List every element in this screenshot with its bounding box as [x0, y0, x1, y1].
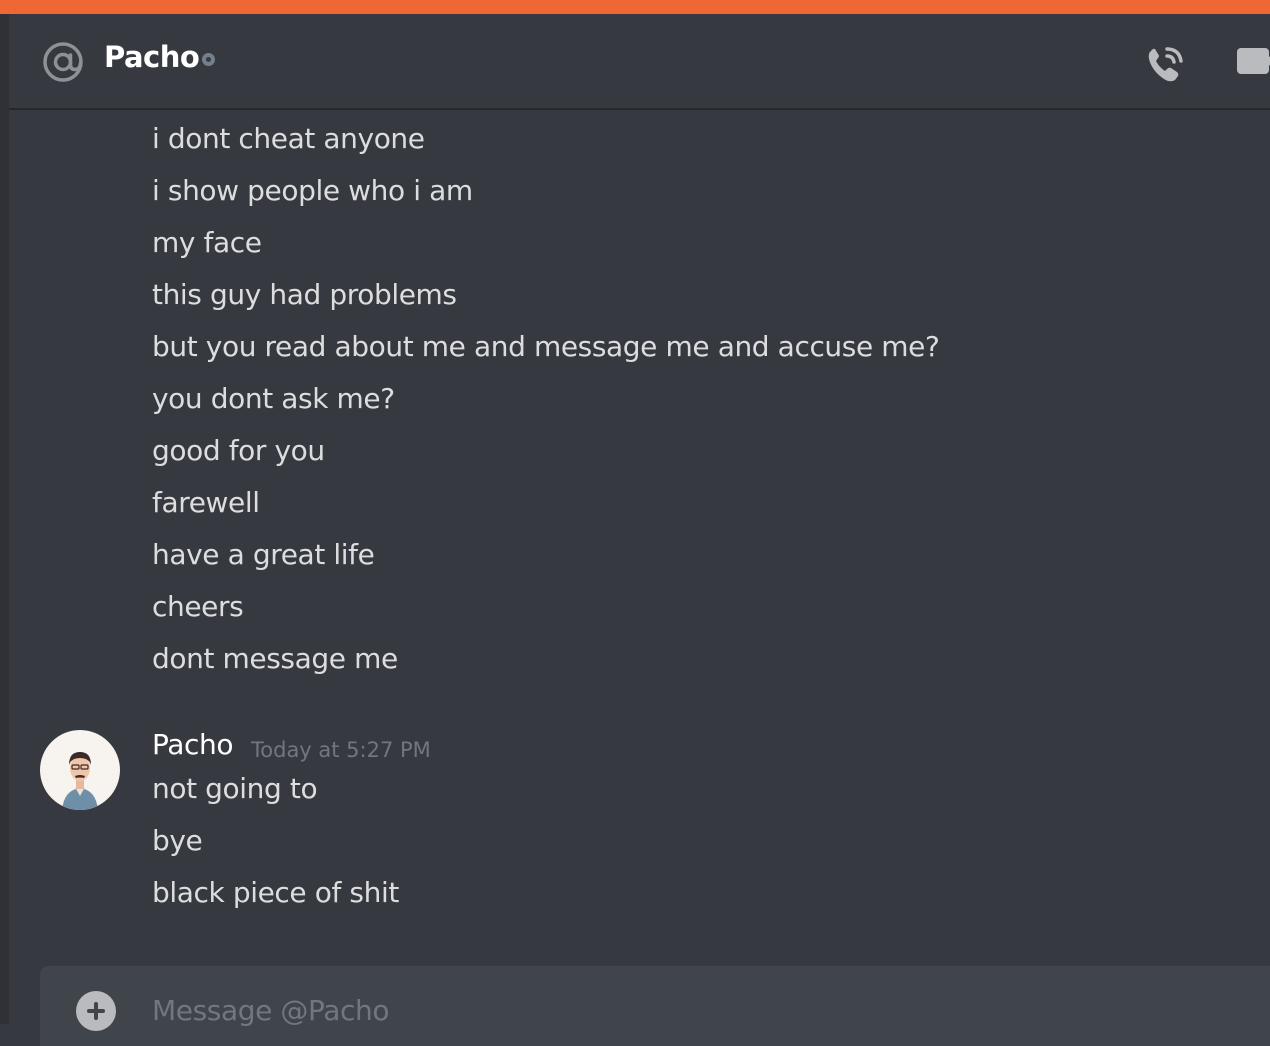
message-line: black piece of shit: [152, 876, 399, 909]
message-line: good for you: [152, 434, 325, 467]
message-line: i show people who i am: [152, 174, 473, 207]
video-call-icon[interactable]: [1227, 44, 1270, 78]
message-author[interactable]: Pacho: [152, 728, 233, 761]
channel-header: Pacho: [9, 14, 1270, 110]
attach-plus-button[interactable]: [76, 991, 116, 1031]
avatar[interactable]: [40, 730, 120, 810]
left-edge-strip: [0, 14, 9, 1024]
channel-title: Pacho: [104, 40, 200, 74]
message-line: dont message me: [152, 642, 398, 675]
message-composer: [40, 966, 1270, 1046]
message-input[interactable]: [152, 990, 1252, 1030]
message-line: this guy had problems: [152, 278, 457, 311]
message-line: have a great life: [152, 538, 375, 571]
message-timestamp: Today at 5:27 PM: [251, 738, 431, 762]
message-line: not going to: [152, 772, 318, 805]
message-line: bye: [152, 824, 203, 857]
message-line: farewell: [152, 486, 260, 519]
at-sign-icon: [43, 42, 83, 82]
message-line: but you read about me and message me and…: [152, 330, 940, 363]
message-line: cheers: [152, 590, 244, 623]
message-line: you dont ask me?: [152, 382, 395, 415]
avatar-image: [62, 752, 98, 810]
message-line: my face: [152, 226, 262, 259]
message-list: i dont cheat anyone i show people who i …: [9, 112, 1270, 962]
status-indicator: [202, 53, 215, 66]
voice-call-icon[interactable]: [1145, 43, 1189, 85]
message-line: i dont cheat anyone: [152, 122, 425, 155]
top-accent-bar: [0, 0, 1270, 14]
